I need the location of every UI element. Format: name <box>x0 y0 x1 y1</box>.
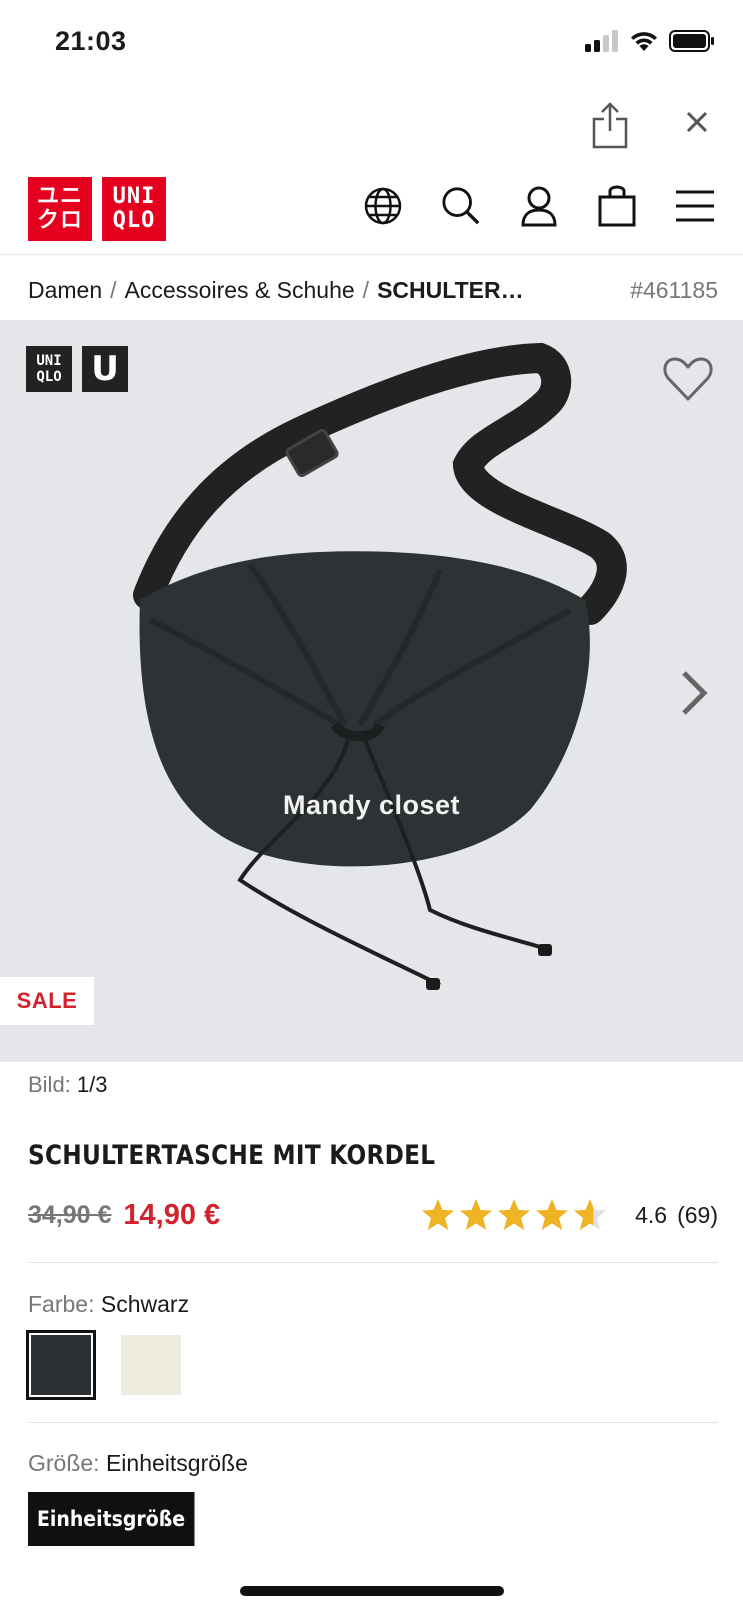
star-icon <box>536 1199 569 1230</box>
logo-latin: UNI QLO <box>102 177 166 241</box>
menu-icon <box>676 190 714 222</box>
color-swatch[interactable] <box>26 1330 96 1400</box>
browser-actions <box>0 95 743 155</box>
size-value: Einheitsgröße <box>105 1450 248 1476</box>
battery-icon <box>669 30 714 52</box>
price-row: 34,90 € 14,90 € 4.6 (69) <box>28 1190 718 1240</box>
product-image <box>133 342 627 990</box>
globe-icon <box>364 187 402 225</box>
menu-button[interactable] <box>675 185 715 227</box>
watermark: Mandy closet <box>282 790 461 820</box>
header-icons <box>363 185 715 227</box>
brand-tags: UNI QLO U <box>26 346 128 392</box>
breadcrumb-current: SCHULTER… <box>377 276 524 303</box>
breadcrumb-item-accessoires[interactable]: Accessoires & Schuhe <box>125 277 355 304</box>
star-icon <box>460 1199 493 1230</box>
star-rating <box>421 1198 607 1232</box>
cart-button[interactable] <box>597 185 637 227</box>
breadcrumb-item-damen[interactable]: Damen <box>28 277 102 304</box>
size-label-title: Größe: <box>28 1450 100 1476</box>
color-swatch-fill <box>31 1335 91 1395</box>
close-icon[interactable] <box>680 105 714 139</box>
status-bar: 21:03 <box>0 0 743 90</box>
image-counter-label: Bild: <box>28 1072 71 1097</box>
size-label: Größe: Einheitsgröße <box>28 1450 248 1477</box>
product-image-gallery[interactable]: UNI QLO U Mandy closet SALE <box>0 320 743 1062</box>
globe-button[interactable] <box>363 185 403 227</box>
star-icon <box>498 1199 531 1230</box>
rating-score: 4.6 <box>635 1201 668 1228</box>
product-title: SCHULTERTASCHE MIT KORDEL <box>28 1140 436 1171</box>
uniqlo-logo[interactable]: ユニ クロ UNI QLO <box>28 177 166 241</box>
color-label-title: Farbe: <box>28 1291 95 1317</box>
size-option-one-size[interactable]: Einheitsgröße <box>28 1492 195 1546</box>
search-icon <box>442 187 480 225</box>
breadcrumb: Damen / Accessoires & Schuhe / SCHULTER…… <box>28 270 718 310</box>
wifi-icon <box>631 32 657 51</box>
color-swatches <box>26 1330 186 1400</box>
site-header: ユニ クロ UNI QLO <box>0 175 743 255</box>
color-label: Farbe: Schwarz <box>28 1291 189 1318</box>
shopping-bag-icon <box>598 185 636 227</box>
heart-icon[interactable] <box>663 356 713 402</box>
cellular-signal-icon <box>585 30 618 52</box>
account-button[interactable] <box>519 185 559 227</box>
product-code: #461185 <box>630 276 718 303</box>
color-swatch[interactable] <box>116 1330 186 1400</box>
status-icons <box>585 30 715 52</box>
original-price: 34,90 € <box>28 1200 112 1229</box>
divider <box>28 1262 718 1263</box>
star-icon <box>422 1199 455 1230</box>
review-count: (69) <box>677 1201 718 1228</box>
uniqlo-brand-tag: UNI QLO <box>26 346 72 392</box>
image-counter-value: 1/3 <box>76 1072 108 1097</box>
home-indicator <box>240 1586 504 1596</box>
breadcrumb-separator: / <box>362 276 370 303</box>
star-icon <box>574 1199 607 1230</box>
uniqlo-u-brand-tag: U <box>82 346 128 392</box>
color-swatch-fill <box>121 1335 181 1395</box>
share-icon[interactable] <box>590 101 630 149</box>
breadcrumb-separator: / <box>110 276 117 303</box>
chevron-right-icon[interactable] <box>679 670 709 716</box>
logo-katakana: ユニ クロ <box>28 177 92 241</box>
divider <box>28 1422 718 1423</box>
sale-price: 14,90 € <box>123 1198 221 1231</box>
color-value: Schwarz <box>100 1291 190 1317</box>
search-button[interactable] <box>441 185 481 227</box>
sale-badge: SALE <box>0 977 94 1025</box>
image-counter: Bild: 1/3 <box>28 1072 108 1098</box>
status-time: 21:03 <box>55 26 127 56</box>
rating[interactable]: 4.6 (69) <box>421 1198 718 1232</box>
account-icon <box>521 186 557 227</box>
